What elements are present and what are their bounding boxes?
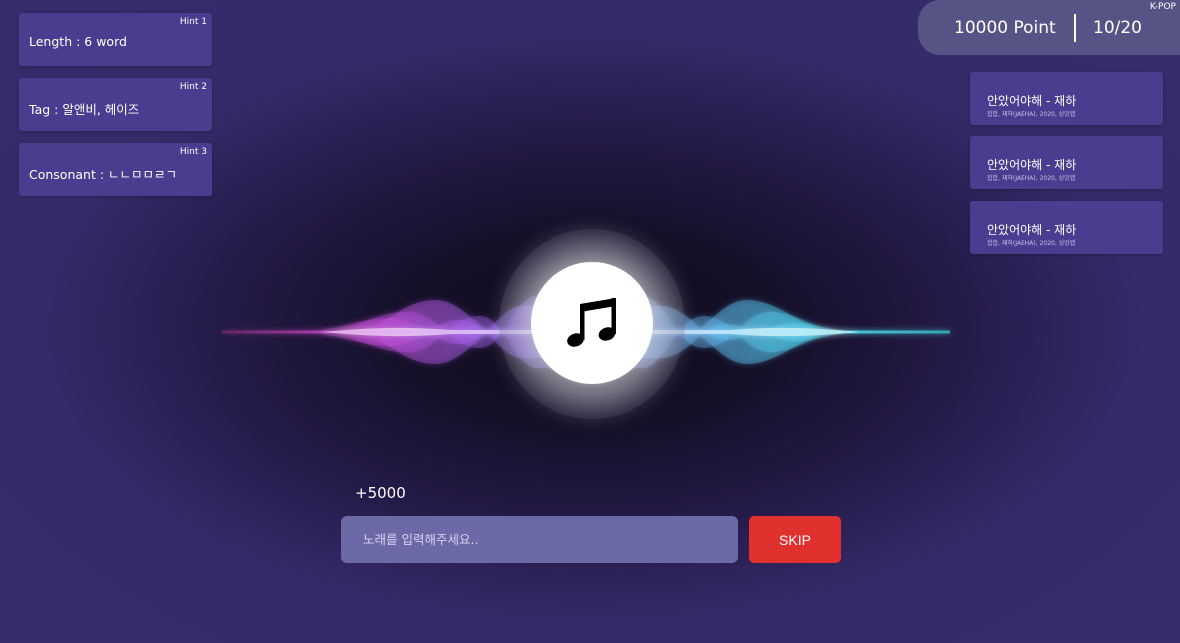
game-screen: Hint 1 Length : 6 word Hint 2 Tag : 알앤비,… — [0, 0, 1180, 643]
music-note-icon — [567, 298, 616, 347]
bonus-points: +5000 — [355, 484, 406, 502]
answer-input[interactable] — [341, 516, 738, 563]
skip-button[interactable]: SKIP — [749, 516, 841, 563]
